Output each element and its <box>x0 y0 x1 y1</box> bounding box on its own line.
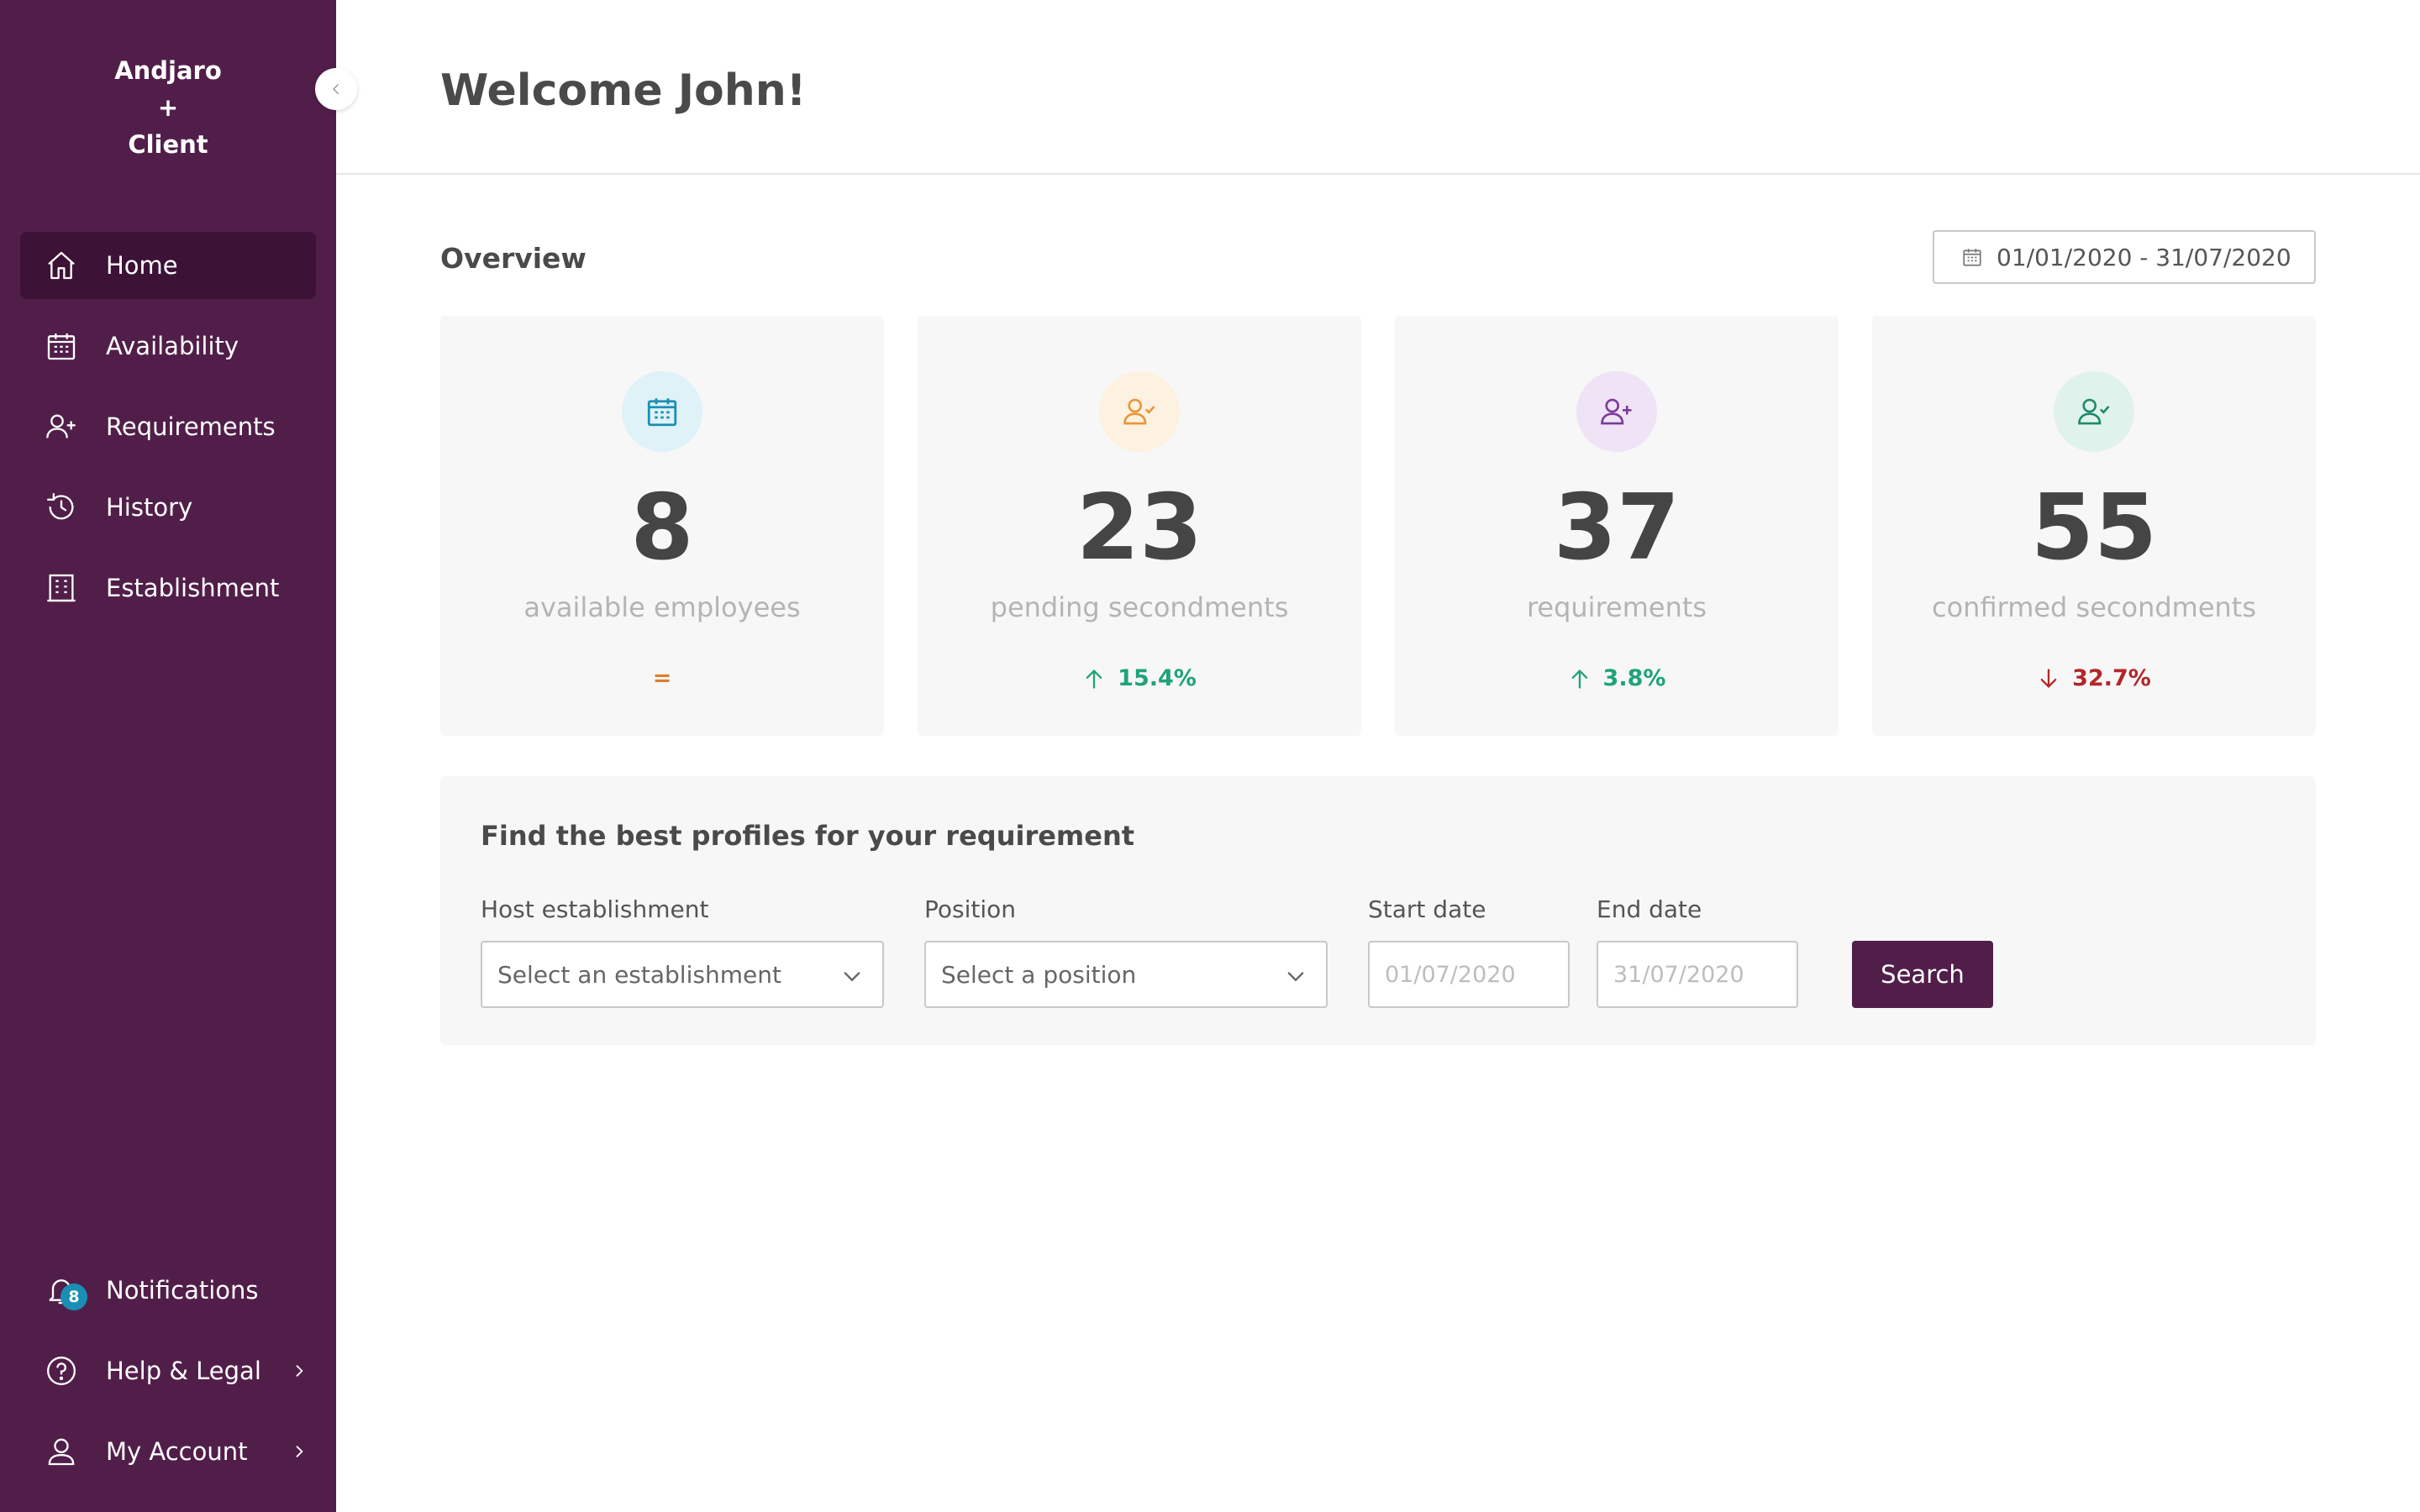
trend-value: 15.4% <box>1118 665 1197 691</box>
date-range-picker[interactable]: 01/01/2020 - 31/07/2020 <box>1933 230 2316 284</box>
host-establishment-placeholder: Select an establishment <box>497 960 781 989</box>
history-icon <box>42 488 81 527</box>
arrow-down-icon <box>2040 668 2057 688</box>
calendar-icon <box>1961 246 1983 268</box>
sidebar-nav: Home Availability Requirements History E… <box>20 232 316 635</box>
page-title: Welcome John! <box>440 66 807 116</box>
sidebar-item-label: Notifications <box>106 1276 259 1305</box>
user-check-icon <box>1099 371 1180 452</box>
sidebar-item-requirements[interactable]: Requirements <box>20 393 316 460</box>
chevron-down-icon <box>1284 964 1307 988</box>
stat-caption: confirmed secondments <box>1931 591 2257 623</box>
notification-badge: 8 <box>60 1284 87 1310</box>
position-select[interactable]: Select a position <box>924 941 1328 1008</box>
chevron-down-icon <box>840 964 864 988</box>
stat-trend: 3.8% <box>1395 665 1839 691</box>
user-plus-icon <box>1576 371 1657 452</box>
sidebar-item-history[interactable]: History <box>20 474 316 541</box>
end-date-placeholder: 31/07/2020 <box>1613 961 1744 988</box>
stat-caption: available employees <box>523 591 801 623</box>
position-placeholder: Select a position <box>941 960 1137 989</box>
position-label: Position <box>924 895 1017 923</box>
date-range-value: 01/01/2020 - 31/07/2020 <box>1996 243 2291 271</box>
stat-caption: requirements <box>1526 591 1707 623</box>
calendar-icon <box>622 371 702 452</box>
stat-card-confirmed-secondments: 55 confirmed secondments 32.7% <box>1872 316 2316 736</box>
sidebar-item-availability[interactable]: Availability <box>20 312 316 380</box>
sidebar-collapse-button[interactable] <box>315 68 357 110</box>
user-check-icon <box>2054 371 2134 452</box>
stat-caption: pending secondments <box>990 591 1289 623</box>
stat-value: 55 <box>2030 475 2158 580</box>
stat-trend: = <box>440 665 884 691</box>
sidebar-item-label: My Account <box>106 1437 248 1466</box>
end-date-label: End date <box>1597 895 1702 923</box>
brand-line-1: Andjaro <box>114 56 222 85</box>
search-button[interactable]: Search <box>1852 941 1993 1008</box>
brand-line-2: + <box>157 93 179 122</box>
sidebar-item-help-legal[interactable]: Help & Legal <box>20 1337 316 1404</box>
sidebar-item-home[interactable]: Home <box>20 232 316 299</box>
brand-line-3: Client <box>128 130 208 159</box>
sidebar-item-label: Requirements <box>106 412 276 441</box>
brand-logo: Andjaro + Client <box>0 52 336 163</box>
stat-card-requirements: 37 requirements 3.8% <box>1395 316 1839 736</box>
trend-value: 32.7% <box>2072 665 2151 691</box>
overview-title: Overview <box>440 242 587 275</box>
stat-card-available-employees: 8 available employees = <box>440 316 884 736</box>
sidebar-item-label: Availability <box>106 332 239 360</box>
building-icon <box>42 569 81 607</box>
chevron-right-icon <box>291 1443 308 1460</box>
user-plus-icon <box>42 407 81 446</box>
host-establishment-select[interactable]: Select an establishment <box>481 941 884 1008</box>
trend-value: 3.8% <box>1602 665 1666 691</box>
stat-value: 37 <box>1553 475 1681 580</box>
sidebar-item-label: Establishment <box>106 574 280 602</box>
stat-value: 8 <box>630 475 694 580</box>
stat-value: 23 <box>1076 475 1203 580</box>
arrow-up-icon <box>1086 669 1102 689</box>
help-icon <box>42 1352 81 1390</box>
stat-trend: 32.7% <box>1872 665 2316 691</box>
home-icon <box>42 246 81 285</box>
start-date-label: Start date <box>1368 895 1486 923</box>
start-date-input[interactable]: 01/07/2020 <box>1368 941 1570 1008</box>
arrow-up-icon <box>1571 669 1587 689</box>
sidebar-item-label: History <box>106 493 193 522</box>
start-date-placeholder: 01/07/2020 <box>1385 961 1516 988</box>
trend-value: = <box>652 665 672 691</box>
sidebar-item-establishment[interactable]: Establishment <box>20 554 316 622</box>
end-date-input[interactable]: 31/07/2020 <box>1597 941 1798 1008</box>
calendar-icon <box>42 327 81 365</box>
sidebar-item-my-account[interactable]: My Account <box>20 1418 316 1485</box>
user-icon <box>42 1432 81 1471</box>
profile-search-panel: Find the best profiles for your requirem… <box>440 776 2316 1045</box>
stat-trend: 15.4% <box>918 665 1361 691</box>
chevron-right-icon <box>291 1362 308 1379</box>
page-header: Welcome John! <box>336 0 2420 175</box>
chevron-left-icon <box>329 81 344 97</box>
sidebar: Andjaro + Client Home Availability Requi… <box>0 0 336 1512</box>
sidebar-item-label: Help & Legal <box>106 1357 261 1385</box>
search-panel-title: Find the best profiles for your requirem… <box>481 820 1135 852</box>
host-establishment-label: Host establishment <box>481 895 709 923</box>
stat-card-pending-secondments: 23 pending secondments 15.4% <box>918 316 1361 736</box>
sidebar-item-label: Home <box>106 251 178 280</box>
